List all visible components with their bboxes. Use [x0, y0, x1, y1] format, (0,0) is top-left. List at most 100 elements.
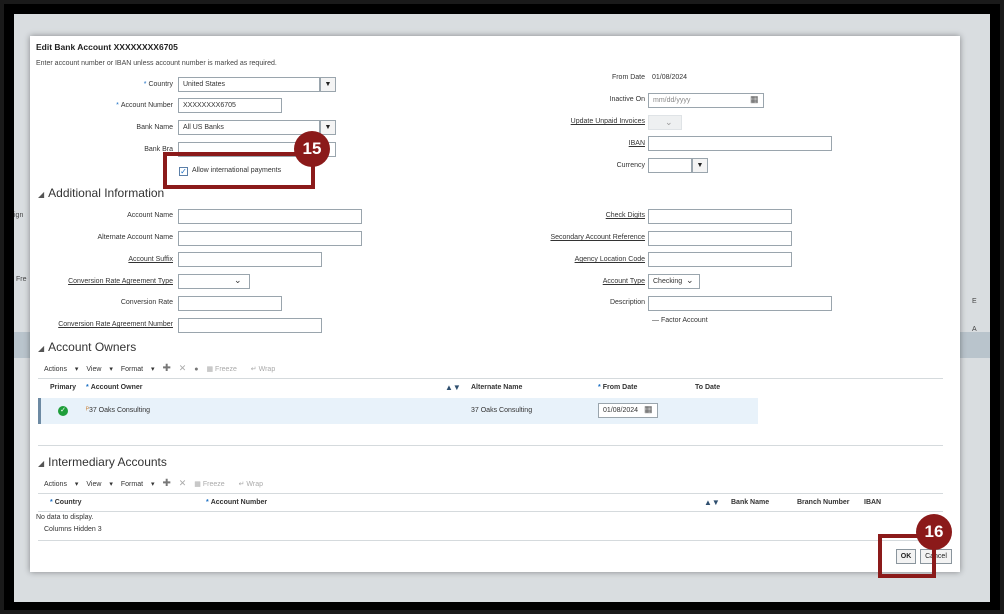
delete-icon[interactable]: ✕ — [179, 478, 187, 488]
unchecked-dash-icon: — — [652, 317, 661, 324]
conversion-rate-agreement-type-label[interactable]: Conversion Rate Agreement Type — [68, 278, 173, 285]
account-suffix-input[interactable] — [178, 252, 322, 267]
from-date-value: 01/08/2024 — [652, 74, 688, 81]
edit-bank-account-dialog: Edit Bank Account XXXXXXXX6705 Enter acc… — [30, 36, 960, 572]
country-label: * Country — [143, 81, 173, 88]
column-header-account-number[interactable]: * Account Number — [206, 499, 267, 506]
check-digits-label[interactable]: Check Digits — [606, 212, 645, 219]
intermediary-accounts-toolbar: Actions ▾ View ▾ Format ▾ ✚ ✕ ▦ Freeze ↵… — [44, 478, 275, 489]
currency-select[interactable] — [648, 158, 692, 173]
collapse-triangle-icon: ◢ — [38, 190, 45, 199]
background-fragment: Fre — [16, 276, 27, 283]
format-menu[interactable]: Format ▾ — [121, 366, 155, 373]
additional-information-header[interactable]: ◢ Additional Information — [38, 186, 164, 200]
account-name-input[interactable] — [178, 209, 362, 224]
collapse-triangle-icon: ◢ — [38, 459, 45, 468]
view-menu[interactable]: View ▾ — [86, 481, 113, 488]
account-number-input[interactable]: XXXXXXXX6705 — [178, 98, 282, 113]
factor-account-checkbox-label[interactable]: — Factor Account — [652, 317, 708, 324]
update-unpaid-invoices-label[interactable]: Update Unpaid Invoices — [571, 118, 645, 125]
calendar-icon[interactable]: ▦ — [644, 404, 653, 415]
from-date-label: From Date — [611, 74, 645, 81]
secondary-account-reference-label[interactable]: Secondary Account Reference — [550, 234, 645, 241]
conversion-rate-label: Conversion Rate — [120, 299, 173, 306]
account-owner-cell[interactable]: ᴾ37 Oaks Consulting — [86, 407, 150, 414]
secondary-account-reference-input[interactable] — [648, 231, 792, 246]
account-owners-toolbar: Actions ▾ View ▾ Format ▾ ✚ ✕ ● ▦ Freeze… — [44, 363, 287, 374]
description-label: Description — [609, 299, 645, 306]
account-type-label[interactable]: Account Type — [603, 278, 645, 285]
column-header-to-date[interactable]: To Date — [695, 384, 720, 391]
intermediary-accounts-header[interactable]: ◢ Intermediary Accounts — [38, 455, 167, 469]
account-suffix-label[interactable]: Account Suffix — [128, 256, 173, 263]
primary-check-icon: ✓ — [58, 406, 68, 416]
inactive-on-input[interactable]: mm/dd/yyyy — [648, 93, 764, 108]
table-rule — [38, 493, 943, 494]
iban-input[interactable] — [648, 136, 832, 151]
wrap-button[interactable]: ↵ Wrap — [239, 481, 269, 488]
bank-name-dropdown-button[interactable]: ▼ — [320, 120, 336, 135]
alternate-name-cell: 37 Oaks Consulting — [471, 407, 533, 414]
check-digits-input[interactable] — [648, 209, 792, 224]
table-rule — [38, 378, 943, 379]
callout-highlight-step15 — [163, 152, 315, 189]
inactive-on-label: Inactive On — [609, 96, 645, 103]
column-header-account-owner[interactable]: * Account Owner — [86, 384, 142, 391]
table-rule — [38, 511, 943, 512]
format-menu[interactable]: Format ▾ — [121, 481, 155, 488]
table-rule — [38, 540, 943, 541]
bank-name-label: Bank Name — [136, 124, 173, 131]
column-header-primary[interactable]: Primary — [50, 384, 76, 391]
agency-location-code-input[interactable] — [648, 252, 792, 267]
approve-icon[interactable]: ● — [194, 366, 198, 373]
delete-icon[interactable]: ✕ — [179, 363, 187, 373]
account-owners-header[interactable]: ◢ Account Owners — [38, 340, 136, 354]
background-fragment: E — [972, 298, 977, 305]
chevron-down-icon: ⌄ — [686, 275, 694, 285]
iban-label[interactable]: IBAN — [629, 140, 645, 147]
table-rule — [38, 445, 943, 446]
column-header-alternate-name[interactable]: Alternate Name — [471, 384, 522, 391]
bank-name-select[interactable]: All US Banks — [178, 120, 320, 135]
account-number-label: * Account Number — [116, 102, 173, 109]
collapse-triangle-icon: ◢ — [38, 344, 45, 353]
currency-label: Currency — [616, 162, 645, 169]
agency-location-code-label[interactable]: Agency Location Code — [575, 256, 645, 263]
no-data-message: No data to display. — [36, 514, 94, 521]
conversion-rate-agreement-number-input[interactable] — [178, 318, 322, 333]
description-input[interactable] — [648, 296, 832, 311]
caret-down-icon: ▼ — [324, 124, 332, 131]
add-icon[interactable]: ✚ — [162, 363, 170, 374]
calendar-icon[interactable]: ▦ — [750, 94, 759, 105]
freeze-button[interactable]: ▦ Freeze — [194, 481, 230, 488]
caret-down-icon: ▼ — [324, 81, 332, 88]
add-icon[interactable]: ✚ — [162, 478, 170, 489]
actions-menu[interactable]: Actions ▾ — [44, 481, 78, 488]
sort-icon[interactable]: ▲▼ — [445, 383, 461, 392]
country-select[interactable]: United States — [178, 77, 320, 92]
background-fragment: ign — [14, 212, 24, 219]
callout-badge-step16: 16 — [916, 514, 952, 550]
chevron-down-icon: ⌄ — [234, 275, 242, 285]
column-header-country[interactable]: * Country — [50, 499, 82, 506]
sort-icon[interactable]: ▲▼ — [704, 498, 720, 507]
alternate-account-name-label: Alternate Account Name — [97, 234, 174, 241]
column-header-iban[interactable]: IBAN — [864, 499, 881, 506]
view-menu[interactable]: View ▾ — [86, 366, 113, 373]
currency-dropdown-button[interactable]: ▼ — [692, 158, 708, 173]
account-name-label: Account Name — [127, 212, 173, 219]
alternate-account-name-input[interactable] — [178, 231, 362, 246]
column-header-from-date[interactable]: * From Date — [598, 384, 637, 391]
wrap-button[interactable]: ↵ Wrap — [251, 366, 281, 373]
column-header-bank-name[interactable]: Bank Name — [731, 499, 769, 506]
country-dropdown-button[interactable]: ▼ — [320, 77, 336, 92]
chevron-down-icon: ⌄ — [665, 117, 673, 127]
column-header-branch-number[interactable]: Branch Number — [797, 499, 850, 506]
conversion-rate-agreement-number-label[interactable]: Conversion Rate Agreement Number — [58, 321, 173, 328]
actions-menu[interactable]: Actions ▾ — [44, 366, 78, 373]
freeze-button[interactable]: ▦ Freeze — [206, 366, 242, 373]
columns-hidden-status: Columns Hidden 3 — [44, 526, 102, 533]
dialog-instruction: Enter account number or IBAN unless acco… — [36, 60, 277, 67]
conversion-rate-input[interactable] — [178, 296, 282, 311]
caret-down-icon: ▼ — [696, 162, 704, 169]
